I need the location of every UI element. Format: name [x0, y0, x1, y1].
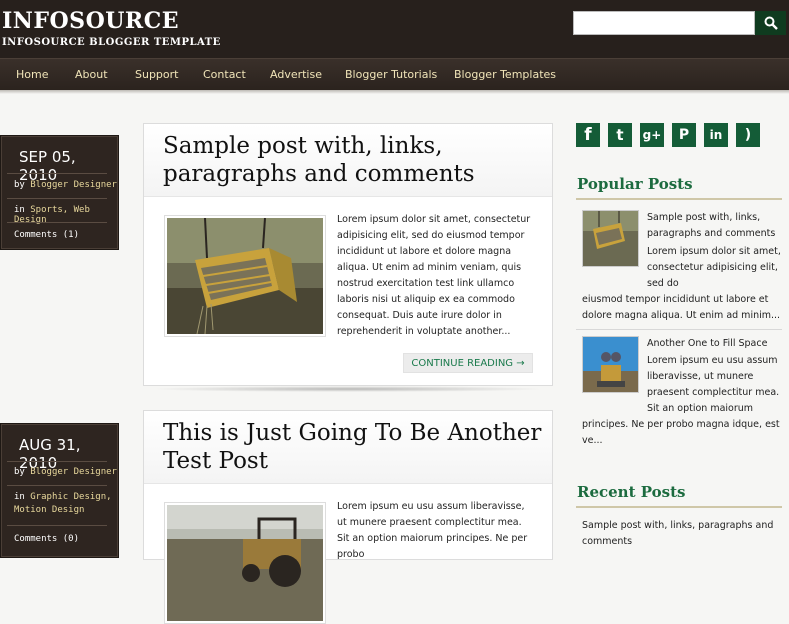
post-author-link[interactable]: Blogger Designer: [30, 467, 117, 477]
search-input[interactable]: [574, 12, 754, 35]
popular-post-thumbnail[interactable]: [582, 210, 639, 267]
continue-reading-button[interactable]: CONTINUE READING →: [403, 353, 533, 373]
nav-item-contact[interactable]: Contact: [203, 68, 246, 81]
divider: [144, 196, 552, 197]
tractor-image: [167, 505, 323, 621]
nav-item-blogger-tutorials[interactable]: Blogger Tutorials: [345, 68, 437, 81]
nav-item-support[interactable]: Support: [135, 68, 178, 81]
post-meta-box: SEP 05, 2010 by Blogger Designer in Spor…: [0, 135, 119, 250]
recent-posts-title: Recent Posts: [577, 483, 686, 501]
post-date: SEP 05, 2010: [19, 148, 76, 184]
nav-item-advertise[interactable]: Advertise: [270, 68, 322, 81]
site-description: INFOSOURCE BLOGGER TEMPLATE: [2, 37, 221, 48]
facebook-icon[interactable]: f: [576, 123, 600, 147]
site-title[interactable]: INFOSOURCE: [2, 8, 179, 34]
search-field[interactable]: [573, 11, 755, 35]
post-thumbnail-swing[interactable]: [164, 215, 326, 337]
post-category-line: in Graphic Design, Motion Design: [14, 491, 114, 517]
popular-post-excerpt: principes. Ne per probo magna idque, est…: [582, 419, 780, 446]
divider: [144, 483, 552, 484]
post-author-line: by Blogger Designer: [14, 467, 117, 477]
by-label: by: [14, 180, 25, 190]
divider: [7, 198, 107, 199]
divider: [576, 329, 782, 330]
post-author-link[interactable]: Blogger Designer: [30, 180, 117, 190]
nav-item-about[interactable]: About: [75, 68, 108, 81]
divider: [7, 525, 107, 526]
post-card: Sample post with, links, paragraphs and …: [143, 123, 553, 386]
pinterest-icon[interactable]: P: [672, 123, 696, 147]
post-shadow: [150, 386, 546, 392]
nav-item-blogger-templates[interactable]: Blogger Templates: [454, 68, 556, 81]
post-excerpt: Lorem ipsum dolor sit amet, consectetur …: [337, 214, 531, 337]
google-plus-icon[interactable]: g+: [640, 123, 664, 147]
post-comments-link[interactable]: Comments (0): [14, 534, 79, 544]
linkedin-icon[interactable]: in: [704, 123, 728, 147]
social-icons: f t g+ P in ): [576, 123, 768, 147]
post-author-line: by Blogger Designer: [14, 180, 117, 190]
divider: [7, 461, 107, 462]
divider: [576, 198, 782, 200]
post-card: This is Just Going To Be Another Test Po…: [143, 410, 553, 624]
in-label: in: [14, 492, 25, 502]
main-nav: Home About Support Contact Advertise Blo…: [0, 58, 789, 90]
popular-post-thumbnail[interactable]: [582, 336, 639, 393]
nav-shadow: [0, 90, 789, 94]
post-meta-box: AUG 31, 2010 by Blogger Designer in Grap…: [0, 423, 119, 558]
post-category-links[interactable]: Graphic Design, Motion Design: [14, 492, 112, 515]
post-excerpt: Lorem ipsum eu usu assum liberavisse, ut…: [337, 501, 528, 560]
site-header: INFOSOURCE INFOSOURCE BLOGGER TEMPLATE: [0, 0, 789, 58]
search-button[interactable]: [755, 11, 786, 35]
in-label: in: [14, 205, 25, 215]
popular-post-excerpt: Lorem ipsum eu usu assum liberavisse, ut…: [647, 355, 780, 414]
popular-post-title[interactable]: Sample post with, links, paragraphs and …: [647, 210, 782, 242]
divider: [7, 222, 107, 223]
by-label: by: [14, 467, 25, 477]
swing-image: [583, 211, 638, 266]
divider: [7, 485, 107, 486]
twitter-icon[interactable]: t: [608, 123, 632, 147]
divider: [576, 506, 782, 508]
swing-image: [167, 217, 323, 335]
popular-post-excerpt: eiusmod tempor incididunt ut labore et d…: [582, 294, 781, 321]
popular-post-title[interactable]: Another One to Fill Space: [647, 336, 782, 352]
post-title[interactable]: Sample post with, links, paragraphs and …: [163, 132, 543, 188]
divider: [7, 173, 107, 174]
post-thumbnail-tractor[interactable]: [164, 502, 326, 624]
popular-posts-title: Popular Posts: [577, 175, 693, 193]
rss-icon[interactable]: ): [736, 123, 760, 147]
post-comments-link[interactable]: Comments (1): [14, 230, 79, 240]
popular-post-excerpt: Lorem ipsum dolor sit amet, consectetur …: [647, 246, 781, 289]
post-title[interactable]: This is Just Going To Be Another Test Po…: [163, 419, 543, 475]
nav-item-home[interactable]: Home: [16, 68, 48, 81]
recent-post-link[interactable]: Sample post with, links, paragraphs and …: [582, 518, 782, 550]
robot-image: [583, 337, 638, 392]
search-icon: [764, 16, 778, 30]
